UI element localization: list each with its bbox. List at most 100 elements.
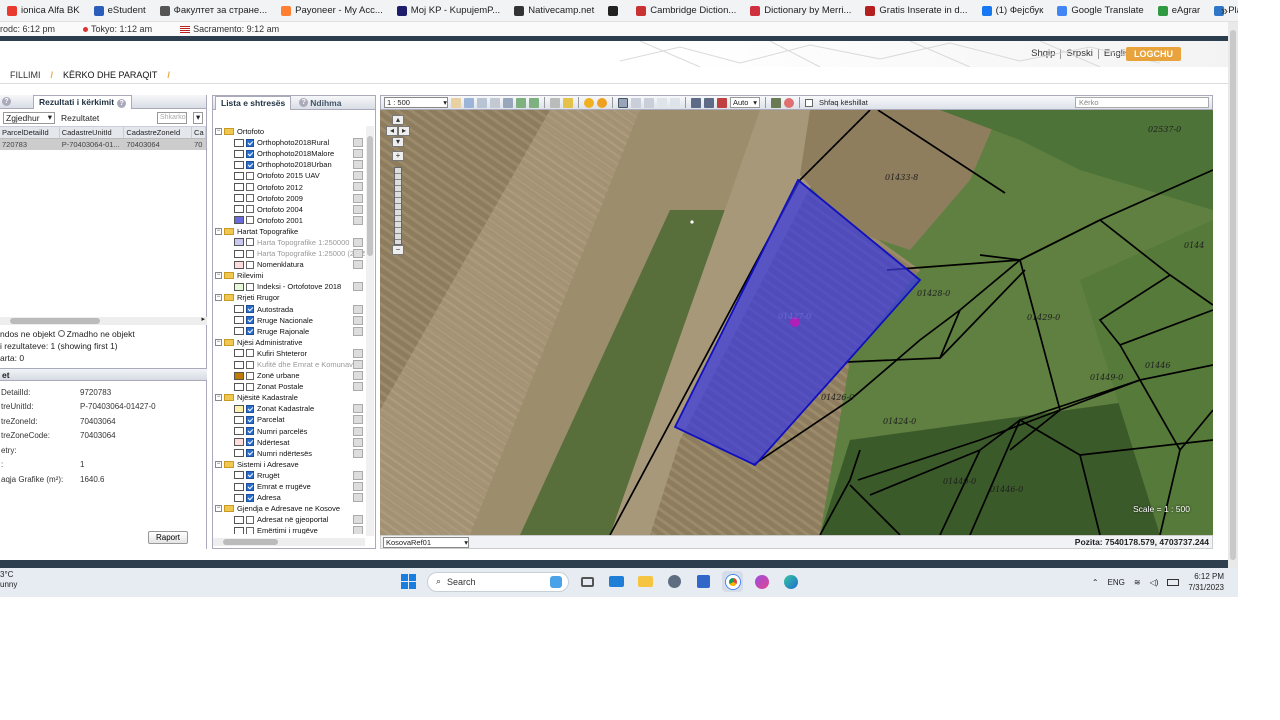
collapse-group-icon[interactable]: − (215, 294, 222, 302)
layer-visibility-checkbox[interactable] (246, 305, 254, 314)
layer-visibility-checkbox[interactable] (246, 371, 254, 380)
layer-options-icon[interactable] (353, 193, 363, 203)
layer-visibility-checkbox[interactable] (246, 260, 254, 269)
taskbar-search-input[interactable]: ⌕ Search (427, 571, 569, 592)
layer-options-icon[interactable] (353, 526, 363, 534)
layer-item[interactable]: Ndërtesat (213, 437, 365, 448)
clear-selection-icon[interactable] (657, 97, 667, 108)
layer-options-icon[interactable] (353, 237, 363, 247)
bookmark-item[interactable] (601, 5, 629, 16)
weather-widget[interactable]: 3°C unny (0, 570, 17, 590)
orthophoto-map[interactable]: 02537-0 01433-8 01428-0 01429-0 01427-0 01426… (380, 110, 1213, 535)
layer-options-icon[interactable] (353, 171, 363, 181)
collapse-group-icon[interactable]: − (215, 338, 222, 346)
bookmark-item[interactable]: eAgrar (1151, 5, 1208, 16)
layer-item[interactable]: Zonat Kadastrale (213, 403, 365, 414)
zoom-box-icon[interactable] (464, 97, 474, 108)
collapse-group-icon[interactable]: − (215, 272, 222, 280)
bookmark-item[interactable]: Cambridge Diction... (629, 5, 743, 16)
layer-visibility-checkbox[interactable] (246, 327, 254, 336)
layer-options-icon[interactable] (353, 404, 363, 414)
layer-item[interactable]: Ortofoto 2004 (213, 204, 365, 215)
layer-group[interactable]: − Gjendja e Adresave ne Kosove (213, 503, 365, 514)
file-explorer-icon[interactable] (635, 571, 656, 592)
windows-start-icon[interactable] (398, 571, 419, 592)
volume-icon[interactable]: ◁) (1150, 578, 1159, 587)
tab-kerko-dhe-paraqit[interactable]: KËRKO DHE PARAQIT (53, 70, 167, 80)
layer-options-icon[interactable] (353, 182, 363, 192)
layer-visibility-checkbox[interactable] (246, 205, 254, 214)
layer-item[interactable]: Adresa (213, 492, 365, 503)
bookmarks-overflow-icon[interactable]: » (1221, 3, 1228, 18)
reference-system-select[interactable]: KosovaRef01 ▾ (383, 537, 469, 548)
info-bubble-icon[interactable] (584, 97, 594, 108)
layer-options-icon[interactable] (353, 482, 363, 491)
messenger-icon[interactable] (751, 571, 772, 592)
zoom-to-object-radio[interactable] (57, 330, 65, 337)
layer-item[interactable]: Autostrada (213, 304, 365, 315)
select-pointer-icon[interactable] (618, 97, 628, 108)
layer-options-icon[interactable] (353, 149, 363, 159)
layer-item[interactable]: Indeksi - Ortofotove 2018 (213, 281, 365, 292)
pan-left-icon[interactable]: ◂ (386, 126, 398, 136)
layer-visibility-checkbox[interactable] (246, 249, 254, 258)
layer-options-icon[interactable] (353, 204, 363, 214)
column-header[interactable]: CadastreZoneId (124, 127, 193, 138)
collapse-group-icon[interactable]: − (215, 227, 222, 235)
select-layer-icon[interactable] (670, 97, 680, 108)
layer-options-icon[interactable] (353, 382, 363, 392)
zoom-slider[interactable] (394, 167, 402, 245)
bookmark-item[interactable]: Факултет за стране... (153, 5, 274, 16)
bookmark-item[interactable]: (1) Фејсбук (975, 5, 1051, 16)
layer-item[interactable]: Adresat në gjeoportal (213, 514, 365, 525)
report-button[interactable]: Raport (148, 531, 189, 544)
export-icon[interactable] (563, 97, 573, 108)
layer-item[interactable]: Numri ndërtesës (213, 448, 365, 459)
layer-options-icon[interactable] (353, 326, 363, 336)
zoom-out-icon[interactable]: − (392, 245, 404, 255)
table-row[interactable]: 720783 P-70403064-01... 70403064 70 (0, 139, 206, 150)
pan-hand-icon[interactable] (451, 97, 461, 108)
layer-options-icon[interactable] (353, 470, 363, 480)
bookmark-item[interactable]: Payoneer - My Acc... (274, 5, 390, 16)
layer-options-icon[interactable] (353, 215, 363, 225)
column-header[interactable]: CadastreUnitId (60, 127, 125, 138)
layer-options-icon[interactable] (353, 448, 363, 458)
battery-icon[interactable] (1167, 578, 1180, 586)
layer-item[interactable]: Ortofoto 2001 (213, 215, 365, 226)
auto-select[interactable]: Auto ▾ (730, 97, 760, 108)
map-canvas[interactable]: 02537-0 01433-8 01428-0 01429-0 01427-0 01426… (380, 110, 1213, 535)
tab-search-results[interactable]: Rezultati i kërkimit? (33, 94, 133, 109)
layer-options-icon[interactable] (353, 260, 363, 270)
layer-item[interactable]: Nomenklatura (213, 259, 365, 270)
layer-options-icon[interactable] (353, 282, 363, 292)
layer-options-icon[interactable] (353, 304, 363, 314)
task-view-icon[interactable] (577, 571, 598, 592)
collapse-group-icon[interactable]: − (215, 505, 222, 513)
download-input[interactable]: Shkarko (157, 111, 187, 124)
help-icon[interactable]: ? (2, 97, 11, 106)
layer-item[interactable]: Ortofoto 2009 (213, 193, 365, 204)
layer-item[interactable]: Parcelat (213, 414, 365, 425)
back-arrow-icon[interactable] (516, 97, 526, 108)
layer-item[interactable]: Orthophoto2018Malore (213, 148, 365, 159)
layer-options-icon[interactable] (353, 493, 363, 503)
layer-options-icon[interactable] (353, 138, 363, 148)
zoom-control[interactable]: ▴ ◂ ▸ ▾ + − (386, 115, 410, 257)
results-filter-select[interactable]: Zgjedhur ▾ (3, 111, 55, 124)
layer-item[interactable]: Kufiri Shteteror (213, 348, 365, 359)
edge-icon[interactable] (780, 571, 801, 592)
chevron-right-icon[interactable]: ▸ (201, 315, 205, 323)
layer-visibility-checkbox[interactable] (246, 238, 254, 247)
measure-icon[interactable] (691, 97, 701, 108)
tab-fillimi[interactable]: FILLIMI (0, 70, 51, 80)
erase-drawing-icon[interactable] (784, 97, 794, 108)
bookmark-item[interactable]: Gratis Inserate in d... (858, 5, 974, 16)
layer-options-icon[interactable] (353, 249, 363, 259)
map-search-input[interactable]: Kërko (1075, 97, 1209, 108)
layer-item[interactable]: Zonë urbane (213, 370, 365, 381)
pan-up-icon[interactable]: ▴ (392, 115, 404, 125)
layer-visibility-checkbox[interactable] (246, 160, 254, 169)
layer-visibility-checkbox[interactable] (246, 316, 254, 325)
layer-item[interactable]: Ortofoto 2012 (213, 181, 365, 192)
